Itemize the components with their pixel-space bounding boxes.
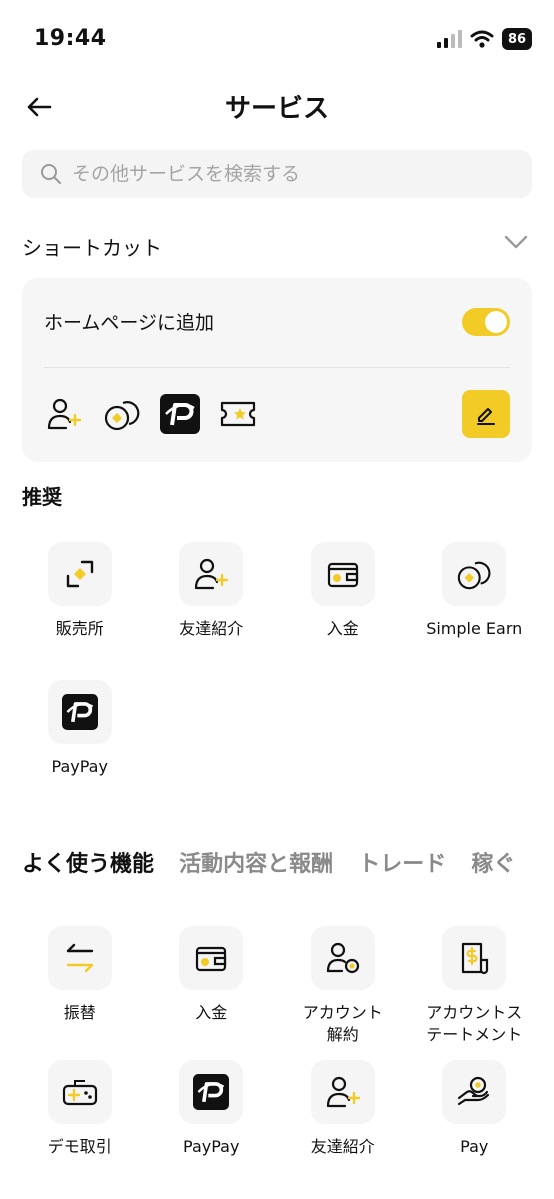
tile-icon-box — [442, 926, 507, 990]
add-friend-icon — [47, 398, 82, 430]
user-close-icon — [326, 942, 359, 974]
tile-label: 販売所 — [55, 619, 104, 638]
tile-simple-earn[interactable]: Simple Earn — [409, 542, 541, 640]
battery-indicator: 86 — [502, 28, 532, 50]
tile-label: アカウントス テートメント — [426, 1003, 523, 1044]
shortcut-card: ホームページに追加 — [22, 278, 532, 462]
tile-account-statement[interactable]: アカウントス テートメント — [409, 926, 541, 1046]
tile-paypay-2[interactable]: PayPay — [146, 1060, 278, 1158]
wallet-icon — [196, 946, 227, 972]
tile-label: Simple Earn — [426, 619, 523, 638]
tile-icon-box — [442, 542, 507, 606]
tile-deposit-2[interactable]: 入金 — [146, 926, 278, 1046]
home-page-toggle[interactable] — [462, 308, 510, 336]
shortcut-header[interactable]: ショートカット — [22, 228, 532, 264]
coins-icon — [458, 561, 491, 590]
divider — [44, 367, 510, 368]
tile-paypay[interactable]: PayPay — [14, 680, 146, 778]
tile-label: デモ取引 — [47, 1137, 112, 1156]
tab-trade[interactable]: トレード — [358, 846, 446, 878]
tile-icon-box — [47, 926, 112, 990]
page-title: サービス — [224, 94, 329, 124]
exchange-corner-icon — [66, 560, 93, 588]
search-input[interactable] — [72, 163, 512, 185]
nav-bar: サービス — [0, 80, 554, 132]
tile-icon-box — [179, 1060, 244, 1124]
add-friend-icon — [195, 558, 229, 590]
tile-transfer[interactable]: 振替 — [14, 926, 146, 1046]
recommended-title: 推奨 — [22, 485, 62, 509]
wallet-icon — [327, 562, 358, 588]
home-page-add-label: ホームページに追加 — [44, 312, 215, 334]
tile-label: 友達紹介 — [310, 1137, 375, 1156]
shortcut-coins[interactable] — [102, 394, 142, 434]
tab-earn[interactable]: 稼ぐ — [471, 846, 515, 878]
frequent-grid: 振替 入金 アカウント 解約 アカウントス テートメント デモ取引 PayPay… — [14, 926, 540, 1158]
recommended-grid: 販売所 友達紹介 入金 Simple Earn PayPay — [14, 542, 540, 778]
tile-icon-box — [310, 926, 375, 990]
statement-icon — [462, 942, 489, 975]
tile-icon-box — [47, 680, 112, 744]
tile-label: 友達紹介 — [179, 619, 244, 638]
coins-icon — [104, 401, 140, 431]
status-icons: 86 — [436, 28, 532, 50]
edit-shortcuts-button[interactable] — [462, 390, 510, 438]
shortcut-title: ショートカット — [22, 236, 162, 260]
tile-icon-box — [442, 1060, 507, 1124]
transfer-icon — [66, 943, 93, 973]
tile-demo-trading[interactable]: デモ取引 — [14, 1060, 146, 1158]
tile-icon-box — [310, 1060, 375, 1124]
tile-label: PayPay — [183, 1137, 240, 1156]
tile-pay[interactable]: Pay — [409, 1060, 541, 1158]
add-friend-icon — [326, 1076, 360, 1108]
shortcut-icon-list — [44, 392, 258, 436]
tile-close-account[interactable]: アカウント 解約 — [277, 926, 409, 1046]
tile-icon-box — [47, 1060, 112, 1124]
shortcut-add-friend[interactable] — [44, 394, 84, 434]
ticket-icon — [220, 401, 256, 427]
tab-frequent[interactable]: よく使う機能 — [22, 846, 154, 878]
shortcut-ticket[interactable] — [218, 394, 258, 434]
paypay-icon — [160, 394, 200, 434]
tile-sales-office[interactable]: 販売所 — [14, 542, 146, 640]
tile-deposit[interactable]: 入金 — [277, 542, 409, 640]
pay-hand-icon — [458, 1076, 490, 1106]
tile-label: Pay — [460, 1137, 489, 1156]
signal-icon — [437, 30, 462, 48]
chevron-down-icon[interactable] — [504, 234, 528, 250]
status-time: 19:44 — [34, 26, 107, 51]
tile-icon-box — [310, 542, 375, 606]
tile-icon-box — [47, 542, 112, 606]
tile-label: 入金 — [326, 619, 359, 638]
tile-refer-friend[interactable]: 友達紹介 — [146, 542, 278, 640]
tile-label: 入金 — [195, 1003, 228, 1022]
tile-icon-box — [179, 542, 244, 606]
tile-label: アカウント 解約 — [302, 1003, 383, 1044]
tile-label: PayPay — [51, 757, 108, 776]
paypay-icon — [61, 694, 98, 730]
tab-activity-rewards[interactable]: 活動内容と報酬 — [179, 846, 333, 878]
wifi-icon — [470, 30, 494, 48]
gamepad-icon — [62, 1080, 97, 1106]
tile-refer-friend-2[interactable]: 友達紹介 — [277, 1060, 409, 1158]
shortcut-paypay[interactable] — [160, 394, 200, 434]
search-icon — [41, 164, 61, 184]
toggle-knob — [485, 311, 507, 333]
search-box[interactable] — [22, 150, 532, 198]
category-tabs: よく使う機能 活動内容と報酬 トレード 稼ぐ — [22, 846, 554, 886]
status-bar: 19:44 86 — [0, 0, 554, 80]
tile-label: 振替 — [63, 1003, 96, 1022]
pencil-icon — [477, 408, 495, 425]
paypay-icon — [193, 1074, 230, 1110]
tile-icon-box — [179, 926, 244, 990]
